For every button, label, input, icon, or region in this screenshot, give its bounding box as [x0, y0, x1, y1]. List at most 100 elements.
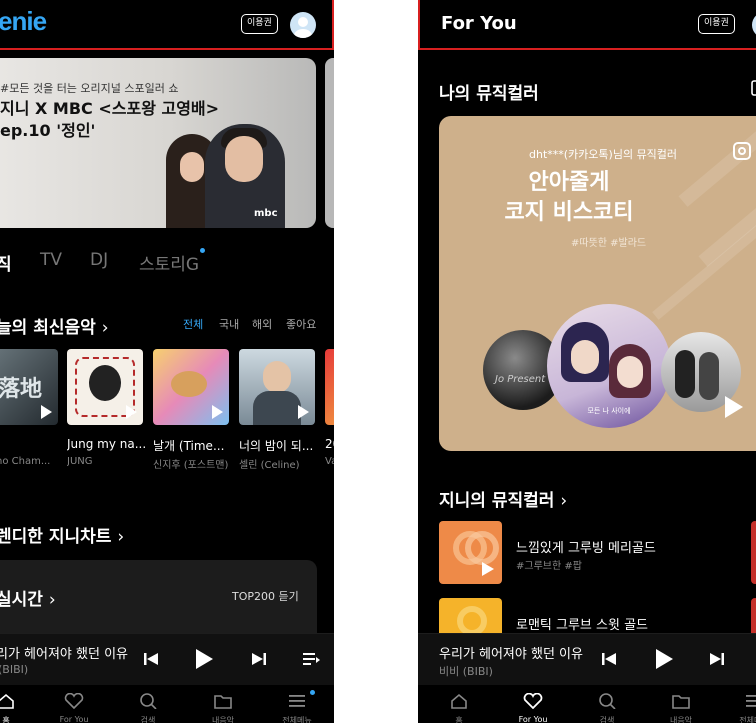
genie-chart-title[interactable]: 렌디한 지니차트 ›	[0, 522, 124, 547]
menu-icon	[289, 695, 305, 707]
nav-label: 검색	[140, 716, 156, 723]
filter-overseas[interactable]: 해외	[252, 316, 272, 332]
next-icon[interactable]	[709, 651, 725, 667]
tab-tv[interactable]: TV	[40, 250, 62, 270]
album-artist[interactable]: 신지후 (포스트맨)	[153, 456, 235, 471]
now-playing-artist: (BIBI)	[0, 663, 29, 676]
instagram-icon[interactable]	[733, 142, 751, 160]
chevron-right-icon: ›	[48, 590, 56, 610]
play-icon[interactable]	[41, 405, 52, 419]
chevron-right-icon: ›	[117, 527, 125, 547]
nav-label: 내음악	[211, 716, 235, 723]
share-icon[interactable]	[751, 80, 756, 96]
album-artist[interactable]: 셀린 (Celine)	[239, 456, 321, 471]
album-artist[interactable]: JUNG	[67, 456, 149, 467]
play-icon[interactable]	[725, 396, 743, 418]
menu-badge-dot	[310, 690, 315, 695]
previous-icon[interactable]	[601, 651, 617, 667]
play-icon[interactable]	[482, 562, 494, 576]
now-playing-title: 우리가 헤어져야 했던 이유	[439, 647, 583, 662]
play-icon[interactable]	[298, 405, 309, 419]
nav-home[interactable]: 홈	[439, 693, 479, 723]
playlist-title[interactable]: 느낌있게 그루빙 메리골드	[516, 537, 656, 556]
play-icon[interactable]	[654, 648, 674, 670]
nav-search[interactable]: 검색	[128, 693, 168, 723]
realtime-label: 실시간	[0, 590, 43, 610]
genie-logo[interactable]: enie	[0, 6, 47, 37]
previous-icon[interactable]	[143, 651, 159, 667]
genie-music-color-label: 지니의 뮤직컬러	[439, 491, 555, 511]
play-icon[interactable]	[212, 405, 223, 419]
nav-all-menu[interactable]: 전체메뉴	[734, 693, 756, 723]
chevron-right-icon: ›	[560, 491, 568, 511]
playlist-title[interactable]: 로맨틱 그루브 스윗 골드	[516, 614, 648, 633]
playlist-art[interactable]	[439, 521, 502, 584]
home-screen: enie 이용권 #모든 것을 터는 오리지널 스포일러 쇼 지니 X MBC …	[0, 0, 334, 723]
album-caption: 모든 나 사이에	[587, 407, 631, 415]
music-color-owner: dht***(카카오톡)님의 뮤직컬러	[529, 148, 678, 161]
folder-icon	[672, 695, 690, 709]
tab-story-g[interactable]: 스토리G	[139, 250, 199, 275]
album-title[interactable]: 날개 (Time...	[153, 437, 235, 454]
banner-subtitle: #모든 것을 터는 오리지널 스포일러 쇼	[0, 82, 179, 95]
search-icon	[599, 693, 616, 710]
album-art[interactable]	[239, 349, 315, 425]
tab-music[interactable]: 직	[0, 250, 12, 275]
tab-dj[interactable]: DJ	[90, 250, 108, 270]
nav-my-music[interactable]: 내음악	[203, 693, 243, 723]
filter-all[interactable]: 전체	[183, 316, 203, 332]
album-art[interactable]	[67, 349, 143, 425]
nav-home[interactable]: 홈	[0, 693, 26, 723]
nav-search[interactable]: 검색	[587, 693, 627, 723]
nav-label: For You	[518, 715, 548, 723]
album-title[interactable]: 너의 밤이 되...	[239, 437, 321, 454]
folder-icon	[214, 695, 232, 709]
nav-label: 홈	[455, 716, 463, 723]
search-icon	[140, 693, 157, 710]
home-header: enie 이용권	[0, 0, 334, 50]
nav-label: 전체메뉴	[282, 716, 312, 723]
for-you-screen: For You 이용권 나의 뮤직컬러 dht***(카카오톡)님의 뮤직컬러 …	[418, 0, 756, 723]
album-title[interactable]: 20	[325, 437, 334, 451]
filter-domestic[interactable]: 국내	[219, 316, 239, 332]
album-title[interactable]: Jung my na...	[67, 437, 149, 451]
album-art[interactable]	[325, 349, 334, 425]
mini-player[interactable]: 우리가 헤어져야 했던 이유 비비 (BIBI)	[418, 633, 756, 685]
nav-for-you[interactable]: For You	[513, 692, 553, 723]
genie-chart-label: 렌디한 지니차트	[0, 527, 112, 547]
profile-avatar-icon[interactable]	[752, 12, 756, 38]
pass-button[interactable]: 이용권	[241, 14, 278, 34]
new-badge-dot	[200, 248, 205, 253]
mini-player[interactable]: 리가 헤어져야 했던 이유 (BIBI)	[0, 633, 334, 685]
playlist-icon[interactable]	[303, 652, 321, 666]
pass-button[interactable]: 이용권	[698, 14, 735, 34]
latest-music-label: 늘의 최신음악	[0, 318, 96, 338]
next-playlist-peek[interactable]	[751, 521, 756, 584]
top200-button[interactable]: TOP200 듣기	[232, 588, 299, 604]
album-artist[interactable]: Va	[325, 456, 334, 467]
promo-banner[interactable]: #모든 것을 터는 오리지널 스포일러 쇼 지니 X MBC <스포왕 고영배>…	[0, 58, 316, 228]
nav-for-you[interactable]: For You	[54, 692, 94, 723]
music-color-card[interactable]: dht***(카카오톡)님의 뮤직컬러 안아줄게 코지 비스코티 #따뜻한 #발…	[439, 116, 756, 451]
for-you-header: For You 이용권	[418, 0, 756, 50]
banner-watermark: mbc	[254, 208, 278, 219]
music-color-name: 안아줄게 코지 비스코티	[504, 170, 634, 225]
play-icon[interactable]	[126, 405, 137, 419]
bottom-nav: 홈 For You 검색 내음악 전체메뉴	[0, 685, 334, 723]
play-icon[interactable]	[194, 648, 214, 670]
nav-my-music[interactable]: 내음악	[661, 693, 701, 723]
heart-icon	[523, 692, 543, 710]
filter-liked[interactable]: 좋아요	[286, 316, 316, 332]
nav-all-menu[interactable]: 전체메뉴	[277, 693, 317, 723]
content-tabs: 직 TV DJ 스토리G	[0, 248, 334, 275]
album-art[interactable]	[153, 349, 229, 425]
next-banner[interactable]	[325, 58, 334, 228]
menu-icon	[746, 695, 756, 707]
profile-avatar-icon[interactable]	[290, 12, 316, 38]
album-art[interactable]: 落地	[0, 349, 58, 425]
next-icon[interactable]	[251, 651, 267, 667]
latest-music-title[interactable]: 늘의 최신음악 ›	[0, 313, 109, 338]
realtime-title[interactable]: 실시간 ›	[0, 585, 56, 610]
genie-music-color-title[interactable]: 지니의 뮤직컬러 ›	[439, 486, 567, 511]
album-circle-image: 모든 나 사이에	[547, 304, 671, 428]
